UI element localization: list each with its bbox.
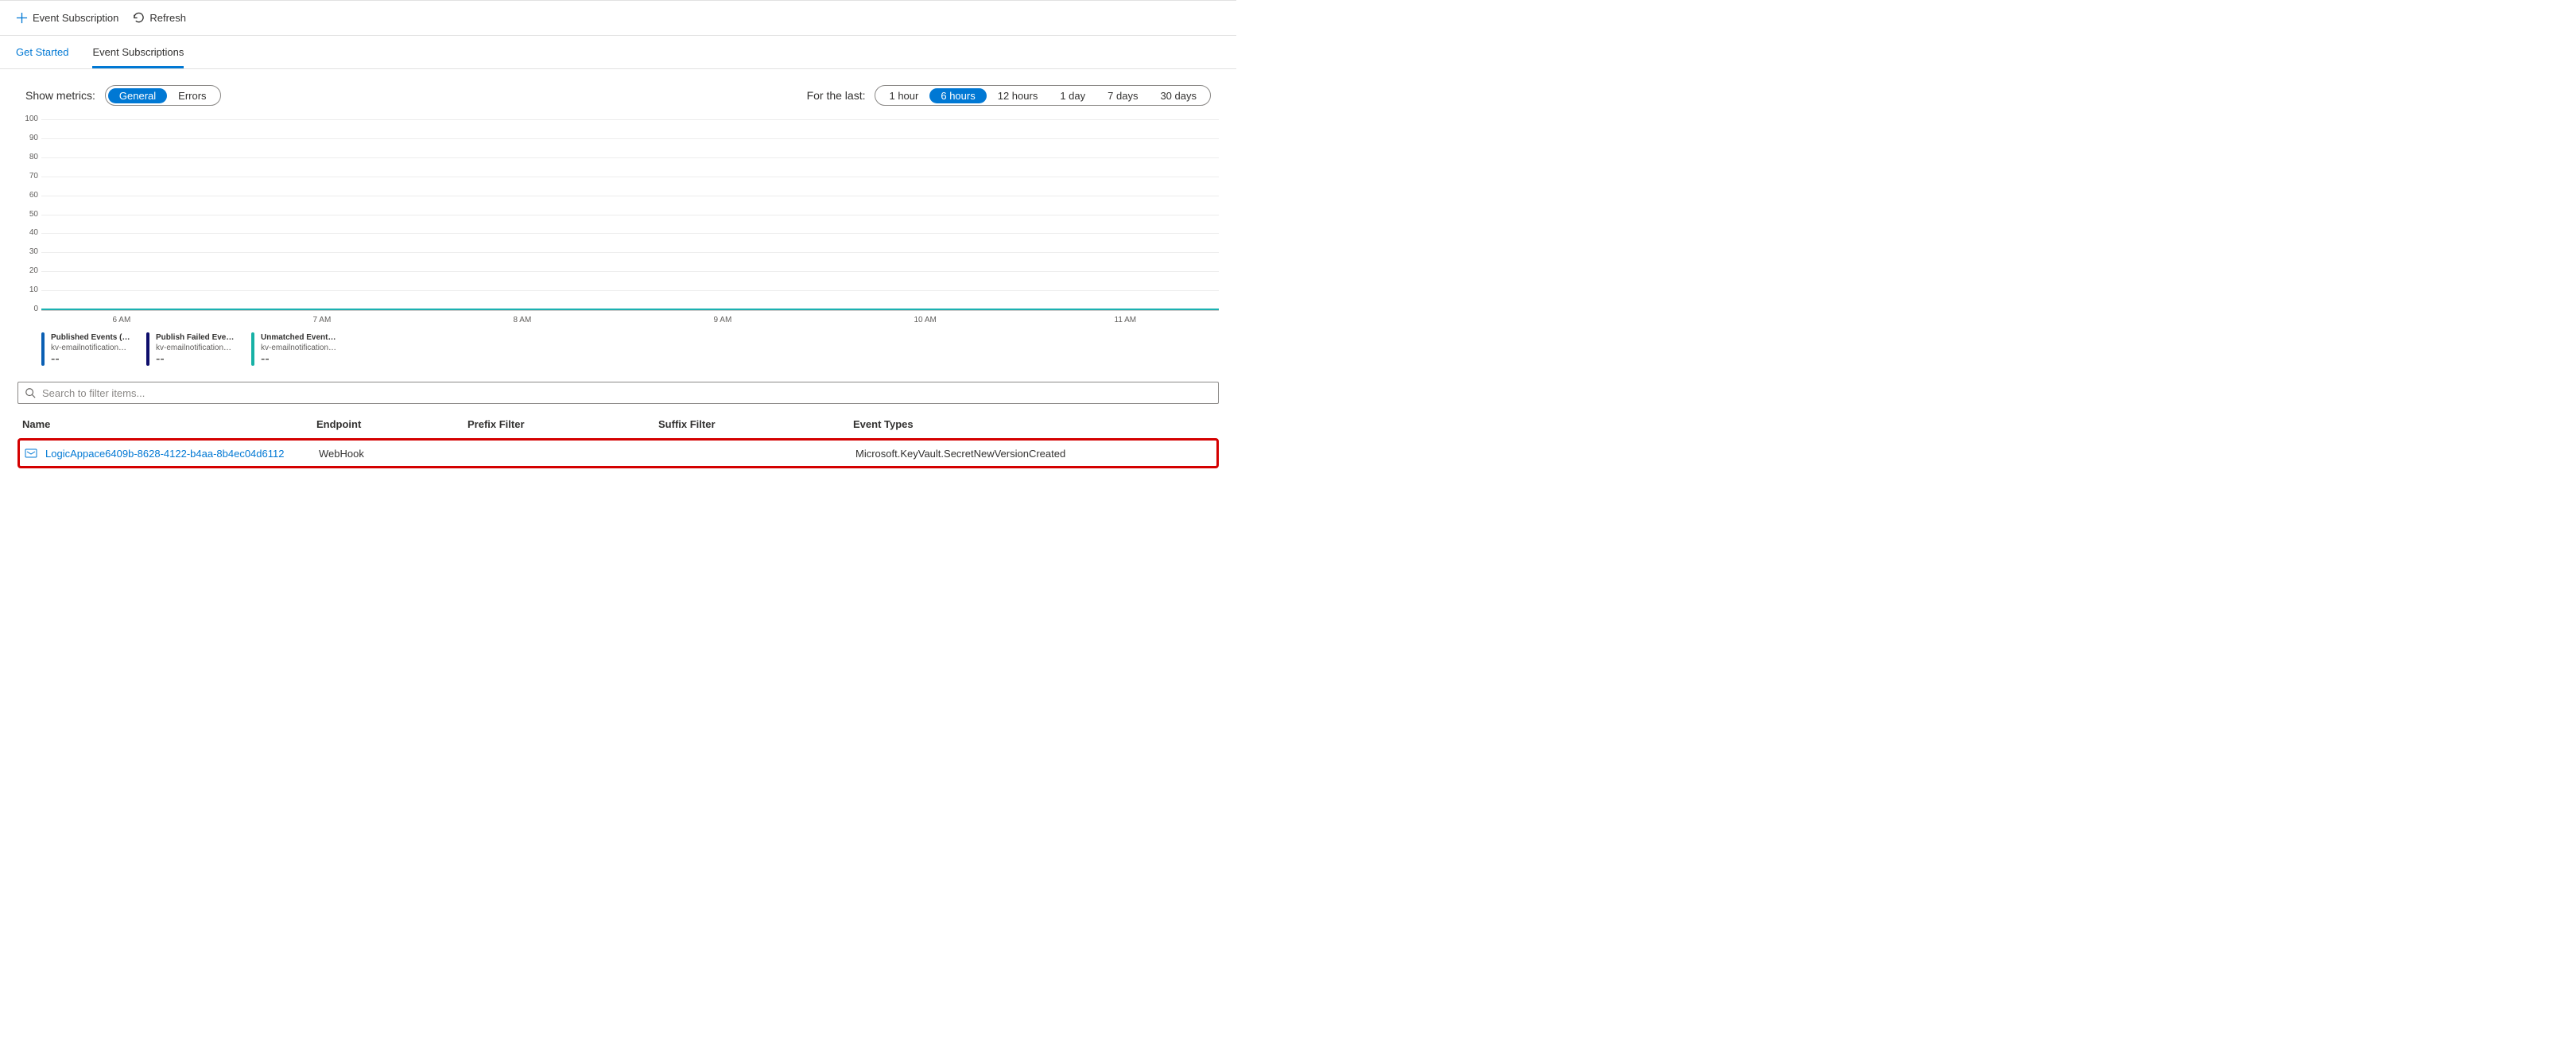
chart-gridline: 90 [41, 138, 1219, 139]
chart-series-line [41, 309, 1219, 310]
event-subscription-icon [25, 447, 37, 460]
timerange-option-1day[interactable]: 1 day [1049, 88, 1096, 103]
add-event-subscription-label: Event Subscription [33, 12, 118, 24]
legend-color-swatch [41, 332, 45, 366]
cell-event-types: Microsoft.KeyVault.SecretNewVersionCreat… [855, 448, 1212, 460]
chart-gridline: 20 [41, 271, 1219, 272]
chart-ytick-label: 100 [19, 115, 38, 123]
chart-xtick-label: 9 AM [714, 316, 715, 324]
timerange-control: For the last: 1 hour 6 hours 12 hours 1 … [807, 85, 1211, 106]
cell-endpoint: WebHook [319, 448, 470, 460]
timerange-option-6hours[interactable]: 6 hours [929, 88, 986, 103]
timerange-label: For the last: [807, 89, 866, 102]
tab-event-subscriptions[interactable]: Event Subscriptions [92, 38, 184, 68]
metrics-toggle: General Errors [105, 85, 221, 106]
metrics-control: Show metrics: General Errors [25, 85, 221, 106]
chart-ytick-label: 80 [19, 153, 38, 161]
timerange-option-1hour[interactable]: 1 hour [878, 88, 929, 103]
legend-series-name: Publish Failed Event… [156, 332, 235, 343]
col-header-eventtypes: Event Types [853, 418, 1214, 430]
filter-search-box[interactable] [17, 382, 1219, 404]
legend-series-value: -- [156, 354, 235, 364]
chart-ytick-label: 50 [19, 210, 38, 219]
refresh-button[interactable]: Refresh [133, 12, 186, 24]
refresh-label: Refresh [149, 12, 186, 24]
legend-series-source: kv-emailnotification… [51, 343, 130, 353]
chart-ytick-label: 10 [19, 285, 38, 294]
metrics-option-errors[interactable]: Errors [167, 88, 217, 103]
chart-ytick-label: 70 [19, 172, 38, 181]
tab-get-started[interactable]: Get Started [16, 38, 68, 68]
subscription-link[interactable]: LogicAppace6409b-8628-4122-b4aa-8b4ec04d… [25, 447, 319, 460]
legend-item[interactable]: Publish Failed Event…kv-emailnotificatio… [146, 332, 242, 366]
chart-ytick-label: 40 [19, 228, 38, 237]
legend-item[interactable]: Unmatched Events (Sum)kv-emailnotificati… [251, 332, 347, 366]
chart-ytick-label: 30 [19, 247, 38, 256]
add-event-subscription-button[interactable]: Event Subscription [16, 12, 118, 24]
col-header-suffix: Suffix Filter [658, 418, 853, 430]
legend-color-swatch [146, 332, 149, 366]
timerange-option-7days[interactable]: 7 days [1096, 88, 1149, 103]
chart-ytick-label: 60 [19, 191, 38, 200]
col-header-name: Name [22, 418, 316, 430]
timerange-toggle: 1 hour 6 hours 12 hours 1 day 7 days 30 … [875, 85, 1211, 106]
chart-xtick-label: 6 AM [113, 316, 114, 324]
chart-gridline: 40 [41, 233, 1219, 234]
filter-search-input[interactable] [41, 386, 1212, 400]
legend-color-swatch [251, 332, 254, 366]
chart-gridline: 100 [41, 119, 1219, 120]
table-header-row: Name Endpoint Prefix Filter Suffix Filte… [17, 412, 1219, 437]
subscriptions-table: Name Endpoint Prefix Filter Suffix Filte… [17, 412, 1219, 468]
chart-xtick-label: 10 AM [914, 316, 915, 324]
legend-series-value: -- [261, 354, 340, 364]
legend-series-source: kv-emailnotification… [156, 343, 235, 353]
table-row[interactable]: LogicAppace6409b-8628-4122-b4aa-8b4ec04d… [17, 438, 1219, 468]
legend-series-name: Published Events (Sum) [51, 332, 130, 343]
chart-gridline: 10 [41, 290, 1219, 291]
legend-series-name: Unmatched Events (Sum) [261, 332, 340, 343]
legend-item[interactable]: Published Events (Sum)kv-emailnotificati… [41, 332, 137, 366]
col-header-endpoint: Endpoint [316, 418, 467, 430]
chart-ytick-label: 20 [19, 266, 38, 275]
chart-gridline: 80 [41, 157, 1219, 158]
plus-icon [16, 12, 28, 24]
search-icon [25, 387, 36, 398]
subscription-name: LogicAppace6409b-8628-4122-b4aa-8b4ec04d… [45, 448, 284, 460]
show-metrics-label: Show metrics: [25, 89, 95, 102]
metrics-chart: 0102030405060708090100 6 AM7 AM8 AM9 AM1… [17, 120, 1219, 366]
chart-xtick-label: 7 AM [313, 316, 314, 324]
metrics-option-general[interactable]: General [108, 88, 167, 103]
chart-ytick-label: 0 [19, 305, 38, 313]
timerange-option-12hours[interactable]: 12 hours [987, 88, 1049, 103]
legend-series-source: kv-emailnotification… [261, 343, 340, 353]
chart-gridline: 30 [41, 252, 1219, 253]
timerange-option-30days[interactable]: 30 days [1149, 88, 1208, 103]
refresh-icon [133, 12, 145, 24]
col-header-prefix: Prefix Filter [467, 418, 658, 430]
tab-bar: Get Started Event Subscriptions [0, 36, 1236, 69]
legend-series-value: -- [51, 354, 130, 364]
chart-ytick-label: 90 [19, 134, 38, 142]
command-bar: Event Subscription Refresh [0, 0, 1236, 36]
